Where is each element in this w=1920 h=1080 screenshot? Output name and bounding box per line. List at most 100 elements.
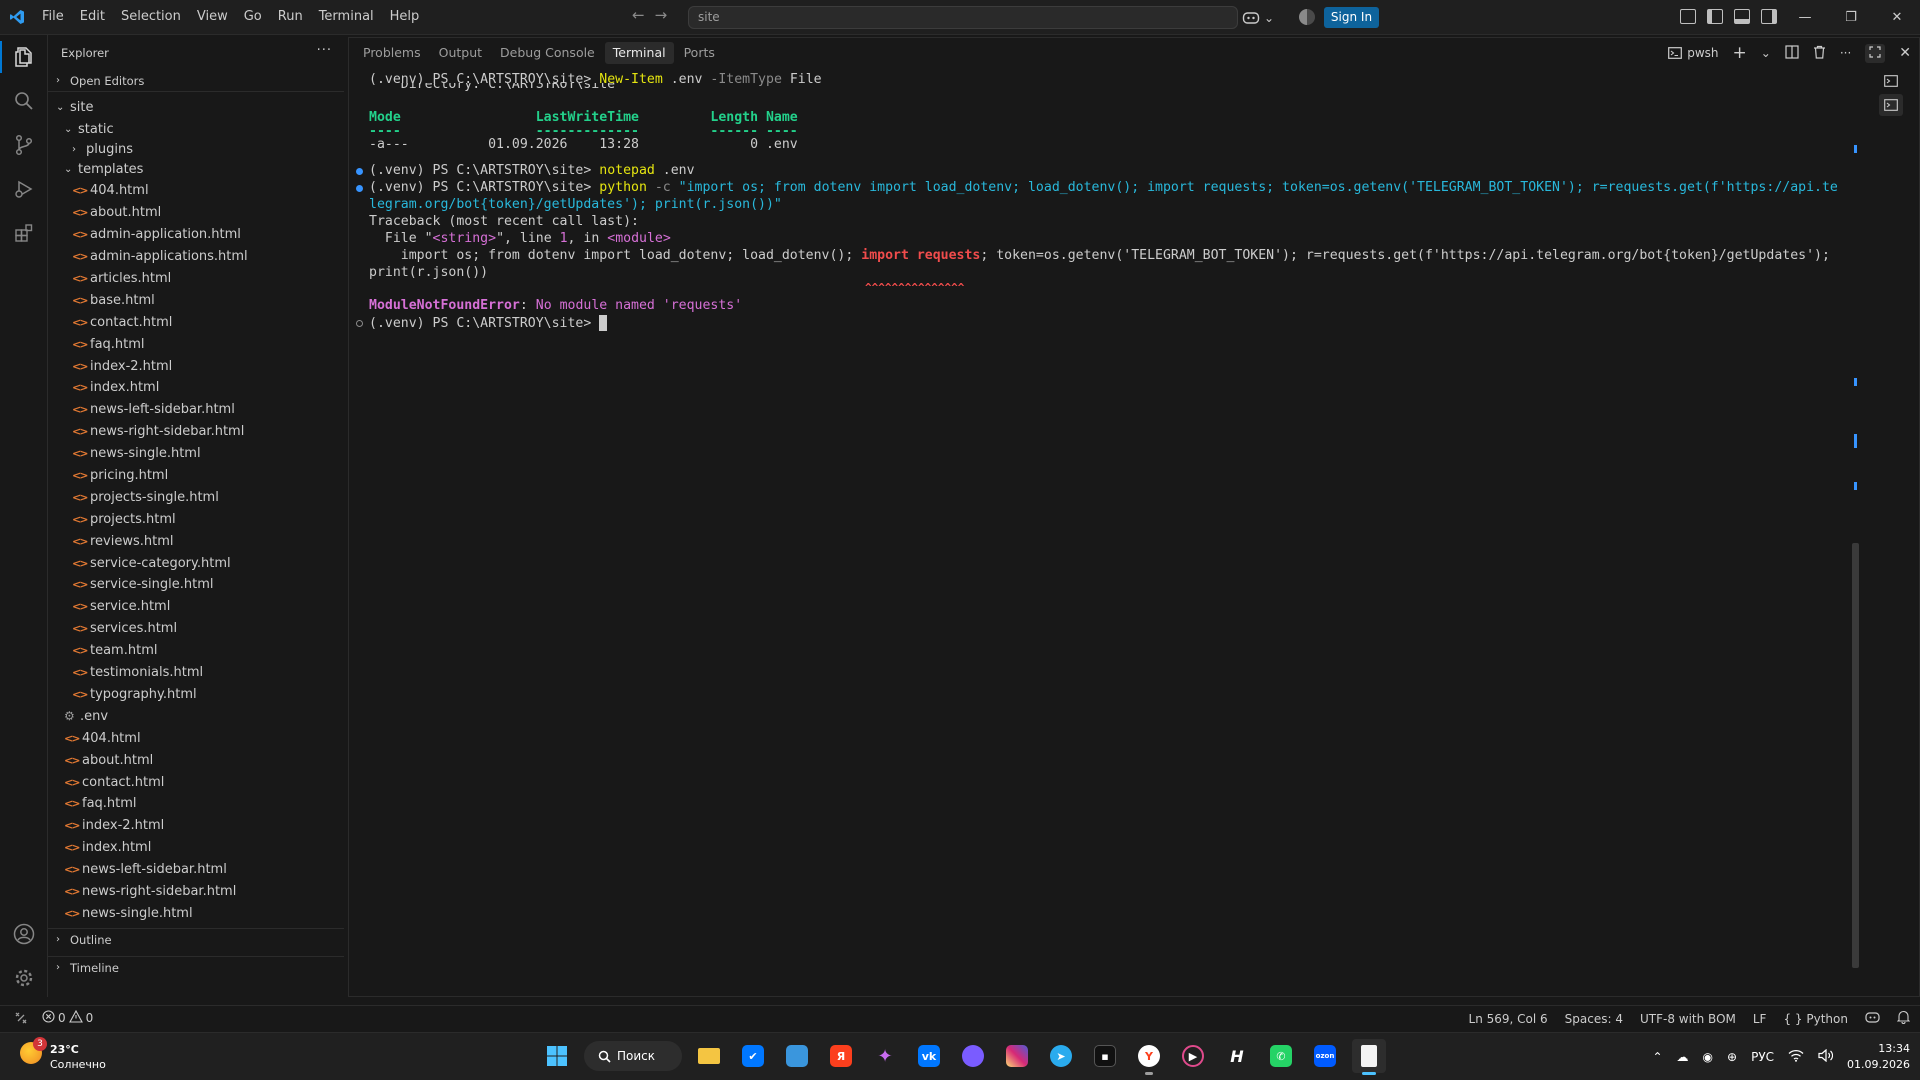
command-center-search[interactable]: site [688,6,1238,29]
file-item[interactable]: <> contact.html [48,311,344,333]
h-app-icon[interactable]: H [1220,1039,1254,1073]
menu-terminal[interactable]: Terminal [311,5,382,29]
file-item[interactable]: <> index-2.html [48,355,344,377]
file-item[interactable]: <> projects-single.html [48,486,344,508]
file-item[interactable]: <> contact.html [48,771,344,793]
file-item[interactable]: <> testimonials.html [48,662,344,684]
whatsapp-icon[interactable]: ✆ [1264,1039,1298,1073]
notepad-icon[interactable] [1352,1039,1386,1075]
indentation[interactable]: Spaces: 4 [1565,1012,1623,1026]
cursor-position[interactable]: Ln 569, Col 6 [1469,1012,1548,1026]
folder-site[interactable]: ⌄ site [48,96,344,118]
outline-section[interactable]: › Outline [48,928,344,950]
restore-icon[interactable]: ❐ [1828,0,1874,35]
menu-edit[interactable]: Edit [72,5,113,29]
weather-widget[interactable]: 3 23°C Солнечно [20,1037,106,1072]
more-actions-icon[interactable]: ··· [1840,46,1851,60]
folder-templates[interactable]: ⌄ templates [48,158,344,180]
menu-help[interactable]: Help [382,5,428,29]
terminal-output[interactable]: (.venv) PS C:\ARTSTROY\site> New-Item .e… [349,70,1859,990]
folder-plugins[interactable]: › plugins [48,140,344,158]
tab-ports[interactable]: Ports [676,42,723,64]
command-dot-icon[interactable] [356,185,363,192]
file-item[interactable]: <> news-left-sidebar.html [48,859,344,881]
vpn-tray-icon[interactable]: ⊕ [1727,1050,1737,1064]
yandex-icon[interactable]: Я [824,1039,858,1073]
file-item[interactable]: <> about.html [48,202,344,224]
file-item[interactable]: <> faq.html [48,793,344,815]
terminal-scrollbar[interactable] [1852,543,1859,968]
customize-layout-icon[interactable] [1680,9,1696,24]
vk-messenger-icon[interactable]: ✔ [736,1039,770,1073]
split-terminal-icon[interactable] [1785,44,1799,62]
copilot-button[interactable]: ⌄ [1240,6,1284,29]
file-item[interactable]: <> faq.html [48,333,344,355]
file-item[interactable]: <> admin-applications.html [48,246,344,268]
chat-bubble-icon[interactable] [956,1039,990,1073]
chevron-up-icon[interactable]: ⌃ [1652,1050,1662,1064]
volume-icon[interactable] [1818,1048,1834,1065]
instagram-icon[interactable] [1000,1039,1034,1073]
wifi-icon[interactable] [1788,1049,1804,1065]
file-item[interactable]: <> service.html [48,596,344,618]
accounts-icon[interactable] [0,912,48,956]
open-editors-section[interactable]: › Open Editors [48,70,344,92]
file-item[interactable]: <> index.html [48,837,344,859]
toggle-panel-icon[interactable] [1734,9,1750,24]
minimize-icon[interactable]: — [1782,0,1828,35]
forward-arrow-icon[interactable]: → [655,6,668,24]
terminal-instance-active-icon[interactable] [1879,94,1903,116]
end-of-line[interactable]: LF [1753,1012,1767,1026]
run-debug-icon[interactable] [0,167,48,211]
tab-problems[interactable]: Problems [355,42,429,64]
remote-indicator-icon[interactable] [0,1011,42,1025]
extensions-icon[interactable] [0,211,48,255]
media-player-icon[interactable]: ▶ [1176,1039,1210,1073]
accounts-shield-icon[interactable] [1299,9,1315,25]
yandex-browser-icon[interactable]: Y [1132,1039,1166,1075]
close-panel-icon[interactable]: ✕ [1899,45,1911,61]
file-item[interactable]: <> service-single.html [48,574,344,596]
manage-gear-icon[interactable] [0,956,48,1000]
menu-selection[interactable]: Selection [113,5,189,29]
file-item[interactable]: <> projects.html [48,508,344,530]
file-encoding[interactable]: UTF-8 with BOM [1640,1012,1736,1026]
file-item[interactable]: <> admin-application.html [48,224,344,246]
ozon-bank-icon[interactable]: ozon [1308,1039,1342,1073]
file-item[interactable]: <> index.html [48,377,344,399]
file-item[interactable]: <> index-2.html [48,815,344,837]
windows-start-icon[interactable] [540,1039,574,1073]
cloud-tray-icon[interactable]: ☁ [1677,1050,1689,1064]
menu-run[interactable]: Run [270,5,311,29]
toggle-secondary-sidebar-icon[interactable] [1761,9,1777,24]
tab-output[interactable]: Output [431,42,490,64]
file-item[interactable]: <> news-single.html [48,443,344,465]
menu-file[interactable]: File [34,5,72,29]
menu-view[interactable]: View [189,5,236,29]
tab-terminal[interactable]: Terminal [604,42,674,64]
file-explorer-icon[interactable] [692,1039,726,1073]
maximize-panel-icon[interactable] [1865,43,1886,63]
file-item[interactable]: <> news-left-sidebar.html [48,399,344,421]
file-item[interactable]: <> news-single.html [48,903,344,925]
command-success-dot-icon[interactable] [356,168,363,175]
back-arrow-icon[interactable]: ← [632,6,645,24]
explorer-icon[interactable] [0,35,48,79]
terminal-instance-icon[interactable] [1879,70,1903,92]
menu-go[interactable]: Go [236,5,270,29]
chevron-down-icon[interactable]: ⌄ [1761,46,1771,60]
file-item[interactable]: <> news-right-sidebar.html [48,881,344,903]
file-item[interactable]: <> base.html [48,289,344,311]
timeline-section[interactable]: › Timeline [48,956,344,978]
sign-in-button[interactable]: Sign In [1324,7,1379,28]
taskbar-search[interactable]: Поиск [584,1041,682,1071]
ai-sparkle-icon[interactable]: ✦ [868,1039,902,1073]
dark-app-icon[interactable]: ▪ [1088,1039,1122,1073]
kill-terminal-trash-icon[interactable] [1813,45,1826,62]
file-item[interactable]: <> team.html [48,640,344,662]
file-item[interactable]: <> service-category.html [48,552,344,574]
file-item[interactable]: <> services.html [48,618,344,640]
new-terminal-plus-icon[interactable]: + [1733,43,1747,63]
file-item[interactable]: <> 404.html [48,180,344,202]
copilot-status-icon[interactable] [1865,1011,1880,1027]
